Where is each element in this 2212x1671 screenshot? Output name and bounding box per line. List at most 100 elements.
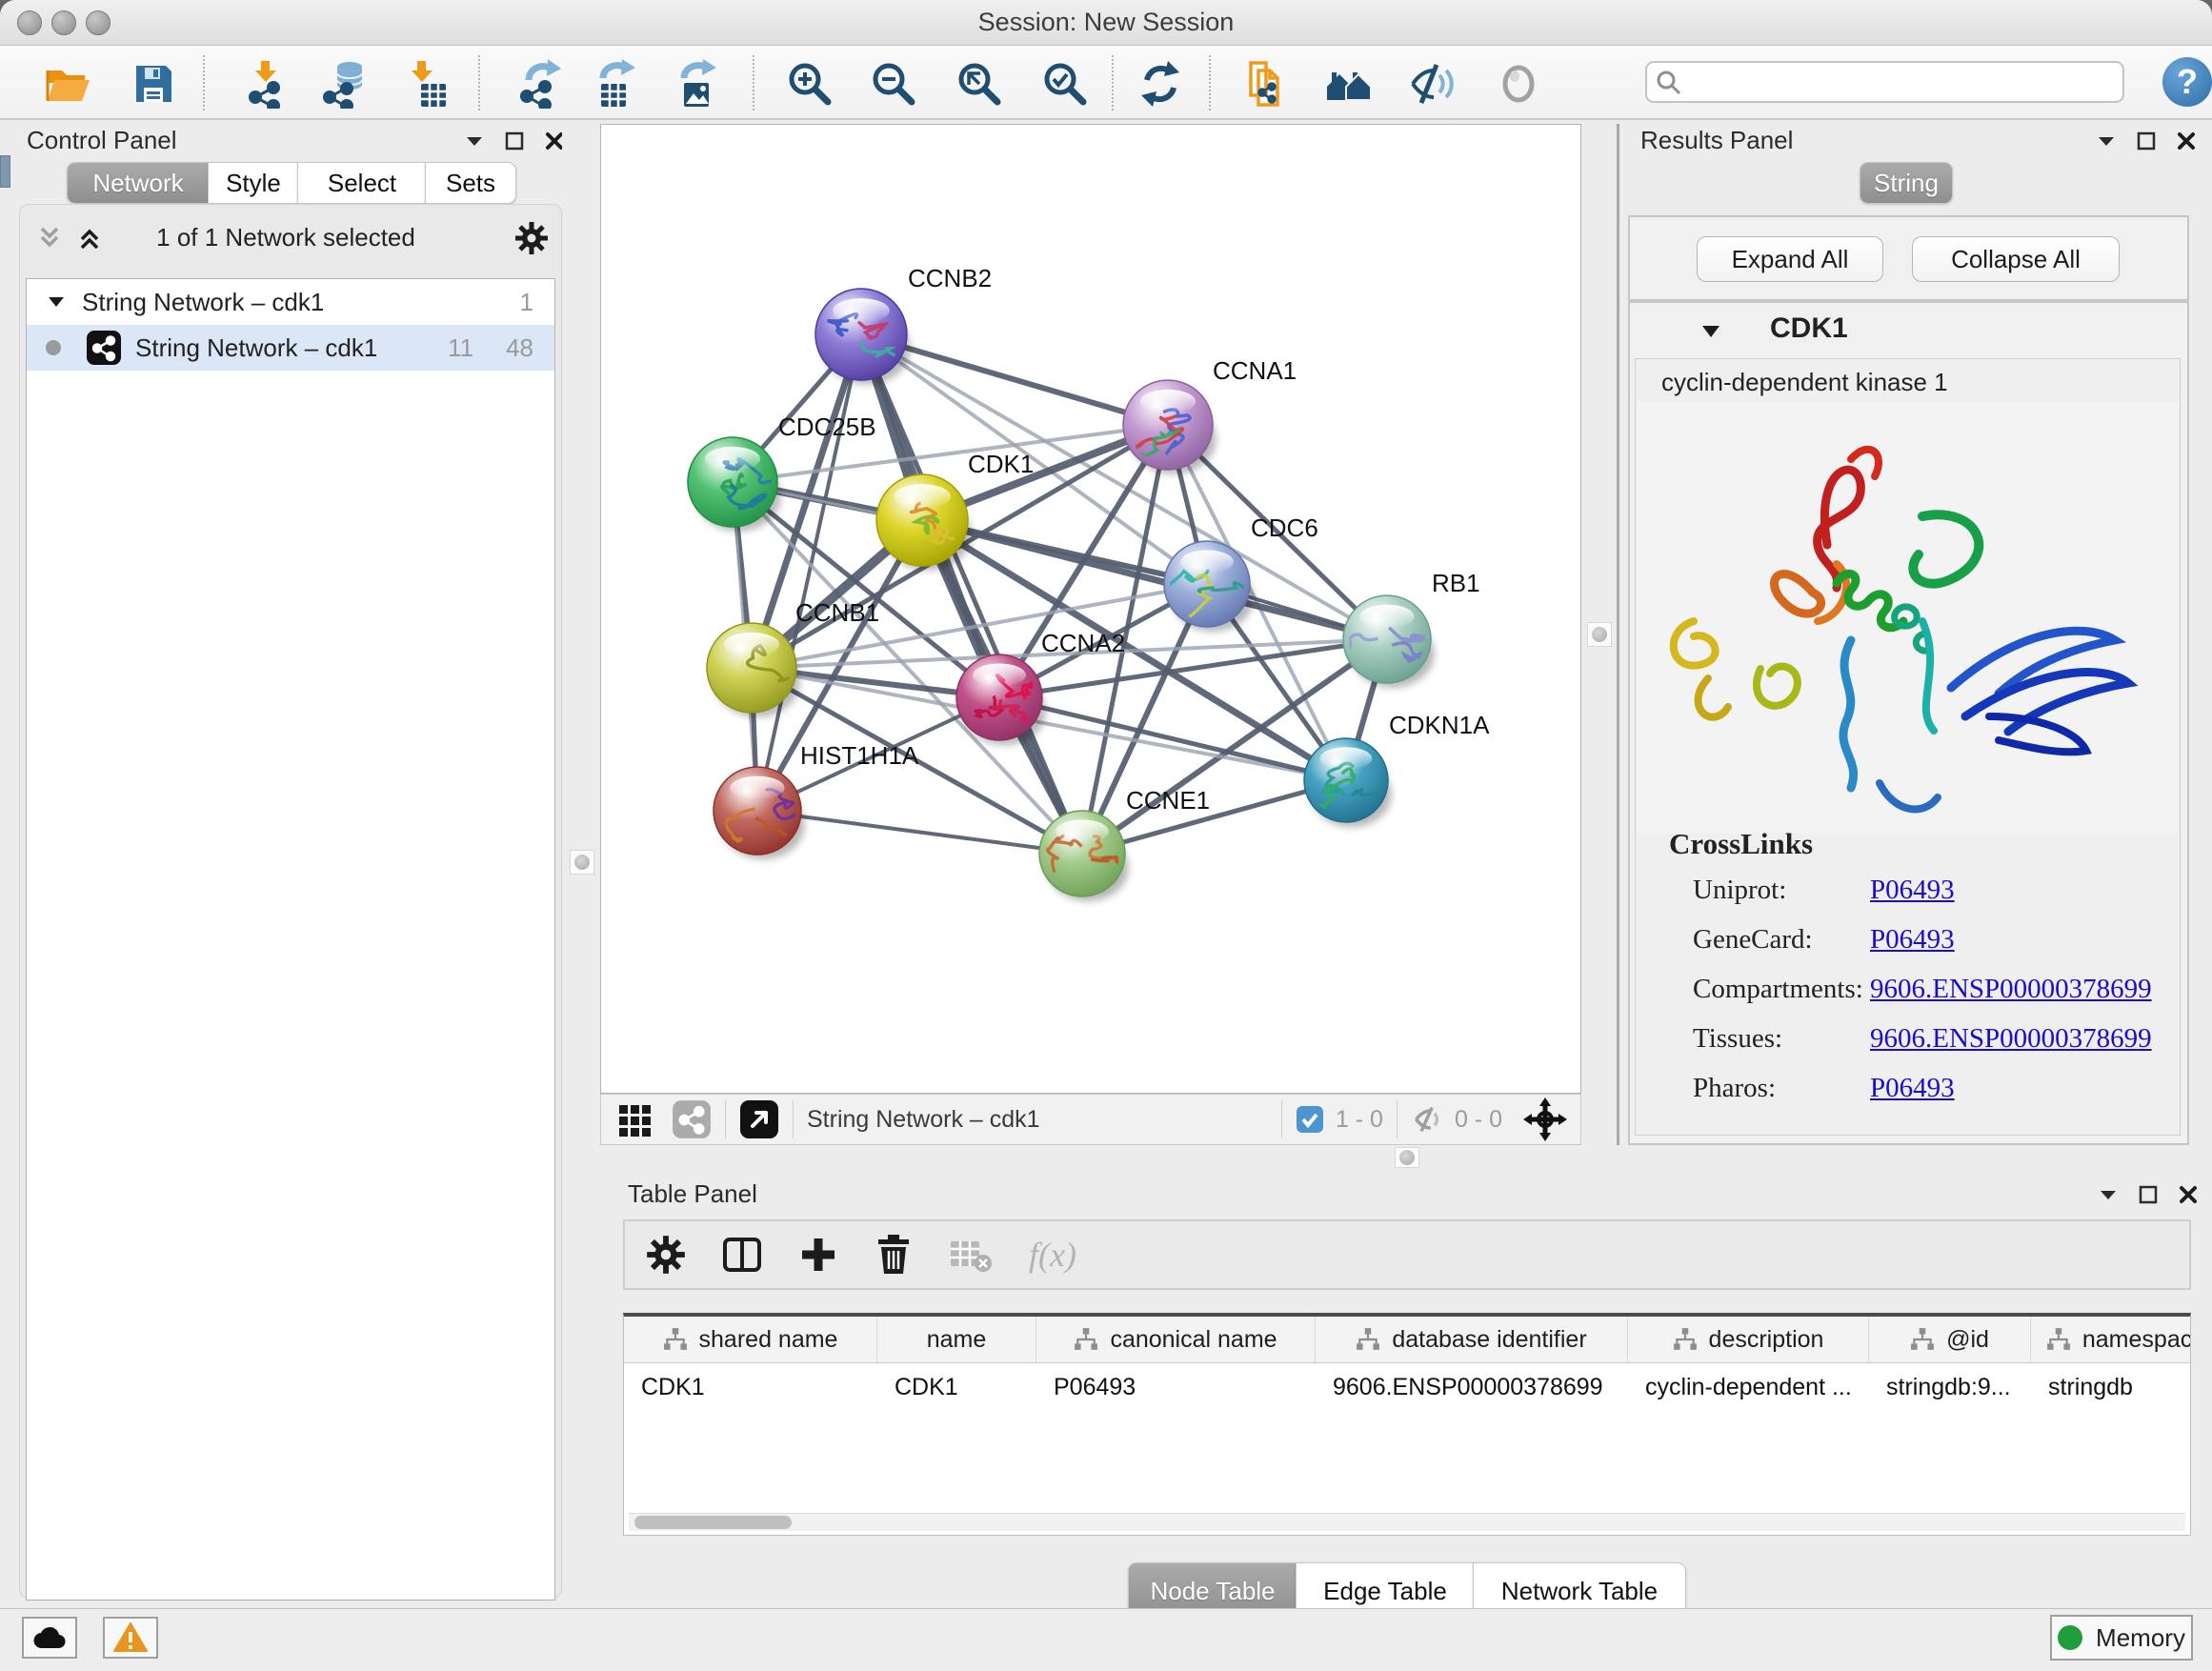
table-row[interactable]: CDK1CDK1P064939606.ENSP00000378699cyclin… — [624, 1363, 2190, 1411]
tab-sets[interactable]: Sets — [425, 162, 516, 204]
crosslink-label: Pharos: — [1693, 1073, 1870, 1104]
zoom-fit-button[interactable] — [953, 57, 1006, 111]
crosslink-row: Tissues:9606.ENSP00000378699 — [1693, 1014, 2169, 1063]
collapsed-panel-tab[interactable] — [0, 155, 10, 188]
close-panel-icon[interactable] — [2177, 131, 2196, 151]
table-options-gear-icon[interactable] — [646, 1235, 686, 1275]
show-graphics-button[interactable] — [1492, 57, 1545, 111]
import-network-database-button[interactable] — [316, 57, 370, 111]
network-edge[interactable] — [757, 811, 1082, 854]
network-node-CDKN1A[interactable] — [1304, 738, 1409, 827]
table-horizontal-scrollbar[interactable] — [629, 1513, 2185, 1531]
close-panel-icon[interactable] — [2179, 1185, 2198, 1204]
network-row-selected[interactable]: String Network – cdk1 11 48 — [27, 325, 554, 371]
show-columns-icon[interactable] — [722, 1235, 762, 1275]
float-panel-icon[interactable] — [2137, 131, 2156, 151]
network-collection-row[interactable]: String Network – cdk1 1 — [27, 279, 554, 325]
expand-all-tree-icon[interactable] — [76, 225, 103, 252]
gene-section-expander-icon[interactable] — [1700, 324, 1721, 339]
close-window-button[interactable] — [17, 10, 42, 35]
delete-column-icon[interactable] — [875, 1234, 913, 1276]
float-panel-icon[interactable] — [505, 131, 524, 151]
home-networks-button[interactable] — [1322, 57, 1376, 111]
zoom-in-button[interactable] — [783, 57, 836, 111]
network-canvas[interactable]: CCNB2CCNA1CDC25BCDK1CDC6RB1CCNB1CCNA2CDK… — [600, 124, 1581, 1094]
crosslink-link[interactable]: P06493 — [1870, 924, 1955, 956]
cloud-status-button[interactable] — [22, 1617, 77, 1659]
divider — [1281, 1100, 1282, 1138]
crosslink-link[interactable]: 9606.ENSP00000378699 — [1870, 974, 2152, 1005]
open-session-button[interactable] — [41, 57, 94, 111]
selected-counts: 1 - 0 — [1336, 1106, 1383, 1134]
scrollbar-thumb[interactable] — [634, 1516, 792, 1529]
add-column-icon[interactable] — [798, 1235, 838, 1275]
collapse-all-button[interactable]: Collapse All — [1912, 236, 2120, 282]
minimize-window-button[interactable] — [51, 10, 76, 35]
save-floppy-icon — [129, 59, 178, 109]
export-table-button[interactable] — [588, 57, 641, 111]
tree-expander-icon[interactable] — [48, 295, 65, 309]
column-header-canonical-name[interactable]: canonical name — [1036, 1317, 1316, 1362]
tab-select[interactable]: Select — [297, 162, 427, 204]
search-input[interactable] — [1645, 61, 2124, 103]
right-splitter-handle[interactable] — [1587, 622, 1612, 647]
column-header-name[interactable]: name — [877, 1317, 1036, 1362]
zoom-out-button[interactable] — [867, 57, 920, 111]
expand-all-button[interactable]: Expand All — [1697, 236, 1883, 282]
divider — [725, 1100, 726, 1138]
crosslinks-header: CrossLinks — [1669, 827, 1813, 861]
table-panel-title: Table Panel — [628, 1179, 757, 1209]
memory-label: Memory — [2096, 1623, 2185, 1653]
panel-menu-icon[interactable] — [2097, 134, 2116, 148]
zoom-fit-icon — [955, 59, 1004, 109]
crosslink-link[interactable]: P06493 — [1870, 875, 1955, 906]
save-session-button[interactable] — [127, 57, 180, 111]
refresh-button[interactable] — [1134, 57, 1187, 111]
import-table-button[interactable] — [398, 57, 452, 111]
collapse-all-tree-icon[interactable] — [36, 225, 63, 252]
column-type-icon — [1074, 1327, 1098, 1352]
memory-button[interactable]: Memory — [2050, 1615, 2193, 1661]
birdseye-view-icon[interactable] — [672, 1099, 712, 1139]
panel-menu-icon[interactable] — [2099, 1188, 2118, 1201]
network-node-CDK1[interactable] — [876, 474, 972, 570]
close-panel-icon[interactable] — [545, 131, 564, 151]
float-panel-icon[interactable] — [2139, 1185, 2158, 1204]
fit-content-crosshair-icon[interactable] — [1523, 1097, 1567, 1141]
selected-checkbox-icon[interactable] — [1296, 1105, 1324, 1134]
help-button[interactable]: ? — [2162, 57, 2212, 107]
crosslinks-list: Uniprot:P06493GeneCard:P06493Compartment… — [1693, 865, 2169, 1113]
zoom-window-button[interactable] — [86, 10, 111, 35]
import-network-file-button[interactable] — [238, 57, 292, 111]
network-node-CDC25B[interactable] — [688, 437, 781, 532]
crosslink-link[interactable]: 9606.ENSP00000378699 — [1870, 1023, 2152, 1055]
tab-style[interactable]: Style — [208, 162, 299, 204]
network-node-HIST1H1A[interactable] — [693, 767, 806, 859]
panel-menu-icon[interactable] — [465, 134, 484, 148]
column-header-description[interactable]: description — [1628, 1317, 1869, 1362]
zoom-selected-button[interactable] — [1038, 57, 1092, 111]
network-options-gear-icon[interactable] — [514, 221, 549, 255]
grid-view-icon[interactable] — [616, 1100, 654, 1138]
table-cell: CDK1 — [877, 1363, 1036, 1411]
column-header-namespace[interactable]: namespace — [2031, 1317, 2191, 1362]
left-splitter-handle[interactable] — [570, 850, 594, 875]
column-header-shared-name[interactable]: shared name — [624, 1317, 877, 1362]
network-node-CCNE1[interactable] — [1039, 811, 1160, 901]
eye-slash-icon — [1407, 59, 1457, 109]
detach-view-icon[interactable] — [739, 1099, 779, 1139]
horizontal-splitter-handle[interactable] — [1395, 1147, 1419, 1168]
column-header--id[interactable]: @id — [1869, 1317, 2031, 1362]
clone-network-button[interactable] — [1240, 57, 1294, 111]
crosslink-link[interactable]: P06493 — [1870, 1073, 1955, 1104]
network-node-CCNA1[interactable] — [1123, 380, 1217, 474]
export-network-button[interactable] — [512, 57, 565, 111]
export-image-button[interactable] — [669, 57, 722, 111]
warning-status-button[interactable] — [103, 1617, 158, 1659]
tab-network[interactable]: Network — [67, 162, 210, 204]
hide-graphics-button[interactable] — [1405, 57, 1458, 111]
tab-string[interactable]: String — [1860, 162, 1953, 204]
column-header-database-identifier[interactable]: database identifier — [1316, 1317, 1628, 1362]
warning-icon — [113, 1622, 148, 1653]
network-node-CDC6[interactable] — [1162, 541, 1277, 632]
